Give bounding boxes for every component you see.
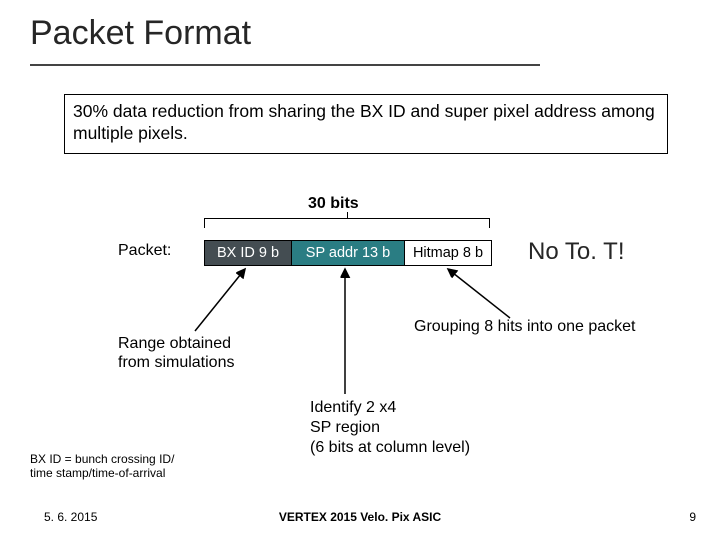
footer-page-number: 9 [689,510,696,524]
annotation-range-l2: from simulations [118,354,234,371]
segment-hitmap: Hitmap 8 b [404,241,491,265]
packet-diagram: BX ID 9 b SP addr 13 b Hitmap 8 b [204,240,492,266]
bx-id-definition: BX ID = bunch crossing ID/ time stamp/ti… [30,452,174,481]
slide-title: Packet Format [30,14,251,53]
annotation-sp-l3: (6 bits at column level) [310,439,470,456]
annotation-range-text: Range obtained from simulations [118,334,234,372]
segment-sp-addr: SP addr 13 b [291,241,404,265]
annotation-sp-l1: Identify 2 x4 [310,399,396,416]
annotation-sp-l2: SP region [310,419,380,436]
bx-id-def-l1: BX ID = bunch crossing ID/ [30,452,174,466]
reduction-note-box: 30% data reduction from sharing the BX I… [64,94,668,154]
bits-bracket [204,218,490,232]
annotation-grouping-text: Grouping 8 hits into one packet [414,318,635,336]
arrow-bx [190,266,260,336]
annotation-sp-region-text: Identify 2 x4 SP region (6 bits at colum… [310,398,470,458]
bx-id-def-l2: time stamp/time-of-arrival [30,466,165,480]
arrow-sp [330,266,360,396]
annotation-range-l1: Range obtained [118,335,231,352]
slide: Packet Format 30% data reduction from sh… [0,0,720,540]
no-tot-callout: No To. T! [528,238,625,266]
packet-label: Packet: [118,242,171,260]
reduction-note-text: 30% data reduction from sharing the BX I… [73,101,655,143]
arrow-hitmap [440,266,520,322]
total-bits-label: 30 bits [308,195,359,213]
segment-bx-id: BX ID 9 b [205,241,291,265]
footer-center: VERTEX 2015 Velo. Pix ASIC [0,510,720,524]
title-underline [30,64,540,66]
